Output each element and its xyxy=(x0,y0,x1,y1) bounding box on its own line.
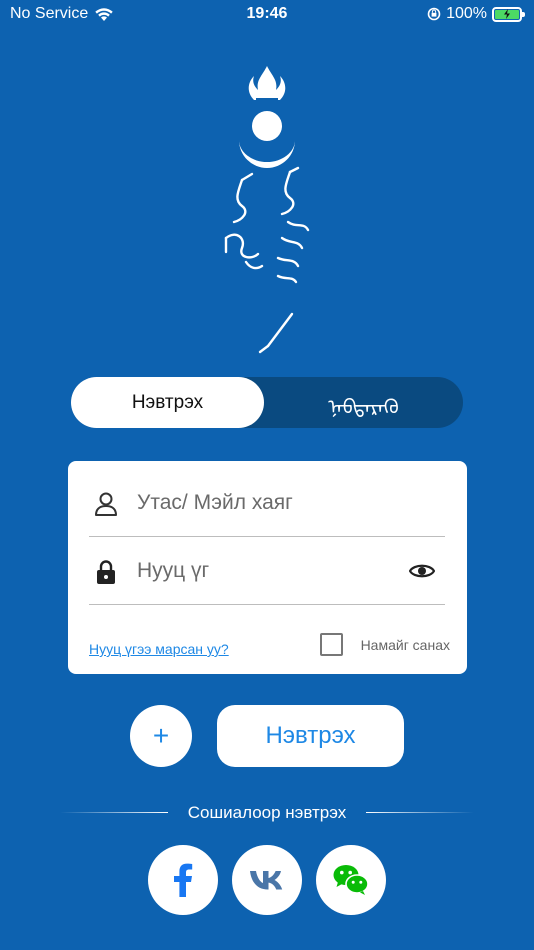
forgot-password-link[interactable]: Нууц үгээ марсан уу? xyxy=(89,641,229,657)
segment-login-mongolian-script[interactable]: ᠨᠡᠪᠲᠡᠷᠡᠬᠦ xyxy=(264,377,463,428)
social-login-label: Сошиалоор нэвтрэх xyxy=(187,803,347,822)
social-login-divider: Сошиалоор нэвтрэх xyxy=(60,801,474,825)
orientation-lock-icon xyxy=(427,7,441,21)
remember-me-label: Намайг санах xyxy=(360,636,450,653)
username-field xyxy=(89,469,445,537)
lock-icon xyxy=(97,560,115,584)
divider-line-right xyxy=(366,812,474,813)
battery-icon xyxy=(492,6,525,22)
password-input[interactable] xyxy=(137,553,397,589)
status-bar: No Service 19:46 100% xyxy=(0,0,534,30)
vk-login-button[interactable] xyxy=(232,845,302,915)
battery-percent: 100% xyxy=(446,5,487,22)
add-button[interactable]: + xyxy=(130,705,192,767)
soyombo-logo-icon xyxy=(224,66,310,354)
login-button[interactable]: Нэвтрэх xyxy=(217,705,404,767)
login-card: Нууц үгээ марсан уу? Намайг санах xyxy=(68,461,467,674)
wechat-icon xyxy=(333,865,369,895)
remember-me[interactable]: Намайг санах xyxy=(319,633,450,656)
segment-login-cyrillic[interactable]: Нэвтрэх xyxy=(71,377,264,428)
charging-bolt-icon xyxy=(504,9,510,19)
user-icon xyxy=(95,492,117,516)
show-password-eye-icon[interactable] xyxy=(409,561,435,581)
facebook-icon xyxy=(174,863,193,897)
vk-icon xyxy=(250,871,283,890)
status-right: 100% xyxy=(427,5,525,23)
wechat-login-button[interactable] xyxy=(316,845,386,915)
login-mode-segment: Нэвтрэх ᠨᠡᠪᠲᠡᠷᠡᠬᠦ xyxy=(71,377,463,428)
remember-me-checkbox[interactable] xyxy=(319,633,343,656)
facebook-login-button[interactable] xyxy=(148,845,218,915)
username-input[interactable] xyxy=(137,485,397,521)
password-field xyxy=(89,537,445,605)
